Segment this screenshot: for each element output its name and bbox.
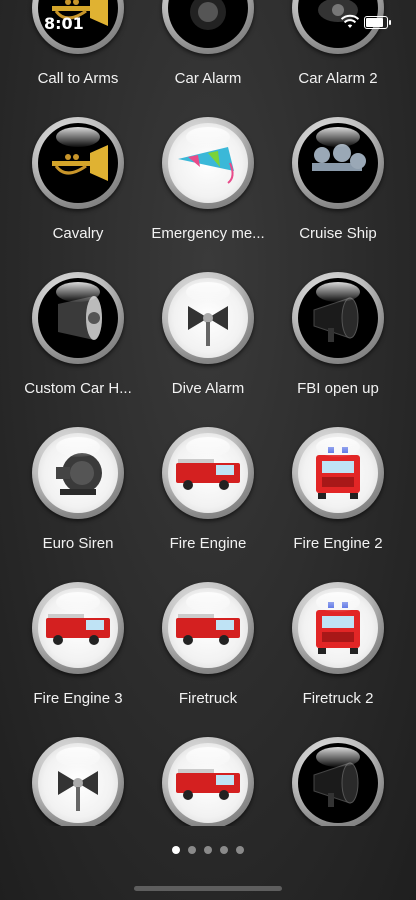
sound-button-face <box>38 588 118 668</box>
sound-button-face <box>38 123 118 203</box>
gloss-highlight <box>316 437 360 457</box>
gloss-highlight <box>186 437 230 457</box>
home-indicator[interactable] <box>134 886 282 891</box>
gloss-highlight <box>186 747 230 767</box>
sound-button[interactable] <box>162 427 254 519</box>
sound-button-face <box>168 278 248 358</box>
sound-button[interactable] <box>162 117 254 209</box>
sound-button[interactable] <box>292 272 384 364</box>
page-dot[interactable] <box>220 846 228 854</box>
sound-button-face <box>38 433 118 513</box>
page-dot[interactable] <box>188 846 196 854</box>
gloss-highlight <box>56 592 100 612</box>
sound-button-face <box>168 123 248 203</box>
gloss-highlight <box>56 747 100 767</box>
sound-cell[interactable]: Firetruck 2 <box>268 582 408 732</box>
sound-label: Cruise Ship <box>299 225 377 242</box>
sound-button[interactable] <box>32 272 124 364</box>
sound-button-face <box>168 743 248 823</box>
battery-icon <box>364 16 391 29</box>
sound-cell[interactable]: Cavalry <box>8 117 148 267</box>
sound-button-face <box>298 433 378 513</box>
sound-button[interactable] <box>162 737 254 826</box>
gloss-highlight <box>56 127 100 147</box>
sound-button[interactable] <box>32 117 124 209</box>
sound-button[interactable] <box>32 737 124 826</box>
sound-label: Fire Engine 2 <box>293 535 383 552</box>
sound-button[interactable] <box>292 117 384 209</box>
sound-button-face <box>168 588 248 668</box>
sound-grid: Call to Arms Car Alarm Car Alarm 2 Cavalry E… <box>0 0 416 826</box>
sound-button[interactable] <box>292 427 384 519</box>
gloss-highlight <box>186 592 230 612</box>
page-dot[interactable] <box>236 846 244 854</box>
sound-cell[interactable]: Custom Car H... <box>8 272 148 422</box>
page-dot[interactable] <box>204 846 212 854</box>
gloss-highlight <box>186 127 230 147</box>
sound-cell[interactable]: Fire Engine 3 <box>8 582 148 732</box>
sound-button[interactable] <box>32 582 124 674</box>
sound-cell[interactable]: Cruise Ship <box>268 117 408 267</box>
status-time: 8:01 <box>44 14 84 33</box>
gloss-highlight <box>316 282 360 302</box>
sound-button[interactable] <box>162 582 254 674</box>
gloss-highlight <box>316 747 360 767</box>
sound-label: FBI open up <box>297 380 379 397</box>
sound-cell[interactable]: Fire Engine 2 <box>268 427 408 577</box>
sound-button-face <box>298 743 378 823</box>
sound-label: Car Alarm 2 <box>298 70 378 87</box>
sound-label: Firetruck 2 <box>302 690 374 707</box>
gloss-highlight <box>186 282 230 302</box>
page-dot[interactable] <box>172 846 180 854</box>
sound-cell[interactable]: Firetruck <box>138 582 278 732</box>
gloss-highlight <box>316 592 360 612</box>
sound-button[interactable] <box>162 272 254 364</box>
status-bar: 8:01 <box>0 0 416 44</box>
gloss-highlight <box>56 282 100 302</box>
sound-button-face <box>38 743 118 823</box>
sound-cell[interactable]: Dive Alarm <box>138 272 278 422</box>
sound-button[interactable] <box>292 737 384 826</box>
sound-cell[interactable]: Fire Engine <box>138 427 278 577</box>
sound-cell[interactable]: Euro Siren <box>8 427 148 577</box>
sound-cell[interactable] <box>268 737 408 826</box>
sound-cell[interactable]: FBI open up <box>268 272 408 422</box>
sound-button-face <box>298 278 378 358</box>
sound-button[interactable] <box>292 582 384 674</box>
gloss-highlight <box>56 437 100 457</box>
page-control[interactable] <box>0 841 416 854</box>
sound-cell[interactable]: Emergency me... <box>138 117 278 267</box>
sound-button-face <box>38 278 118 358</box>
sound-button[interactable] <box>32 427 124 519</box>
sound-button-face <box>298 123 378 203</box>
gloss-highlight <box>316 127 360 147</box>
sound-cell[interactable] <box>138 737 278 826</box>
sound-button-face <box>298 588 378 668</box>
sound-button-face <box>168 433 248 513</box>
sound-cell[interactable] <box>8 737 148 826</box>
wifi-icon <box>340 14 360 28</box>
